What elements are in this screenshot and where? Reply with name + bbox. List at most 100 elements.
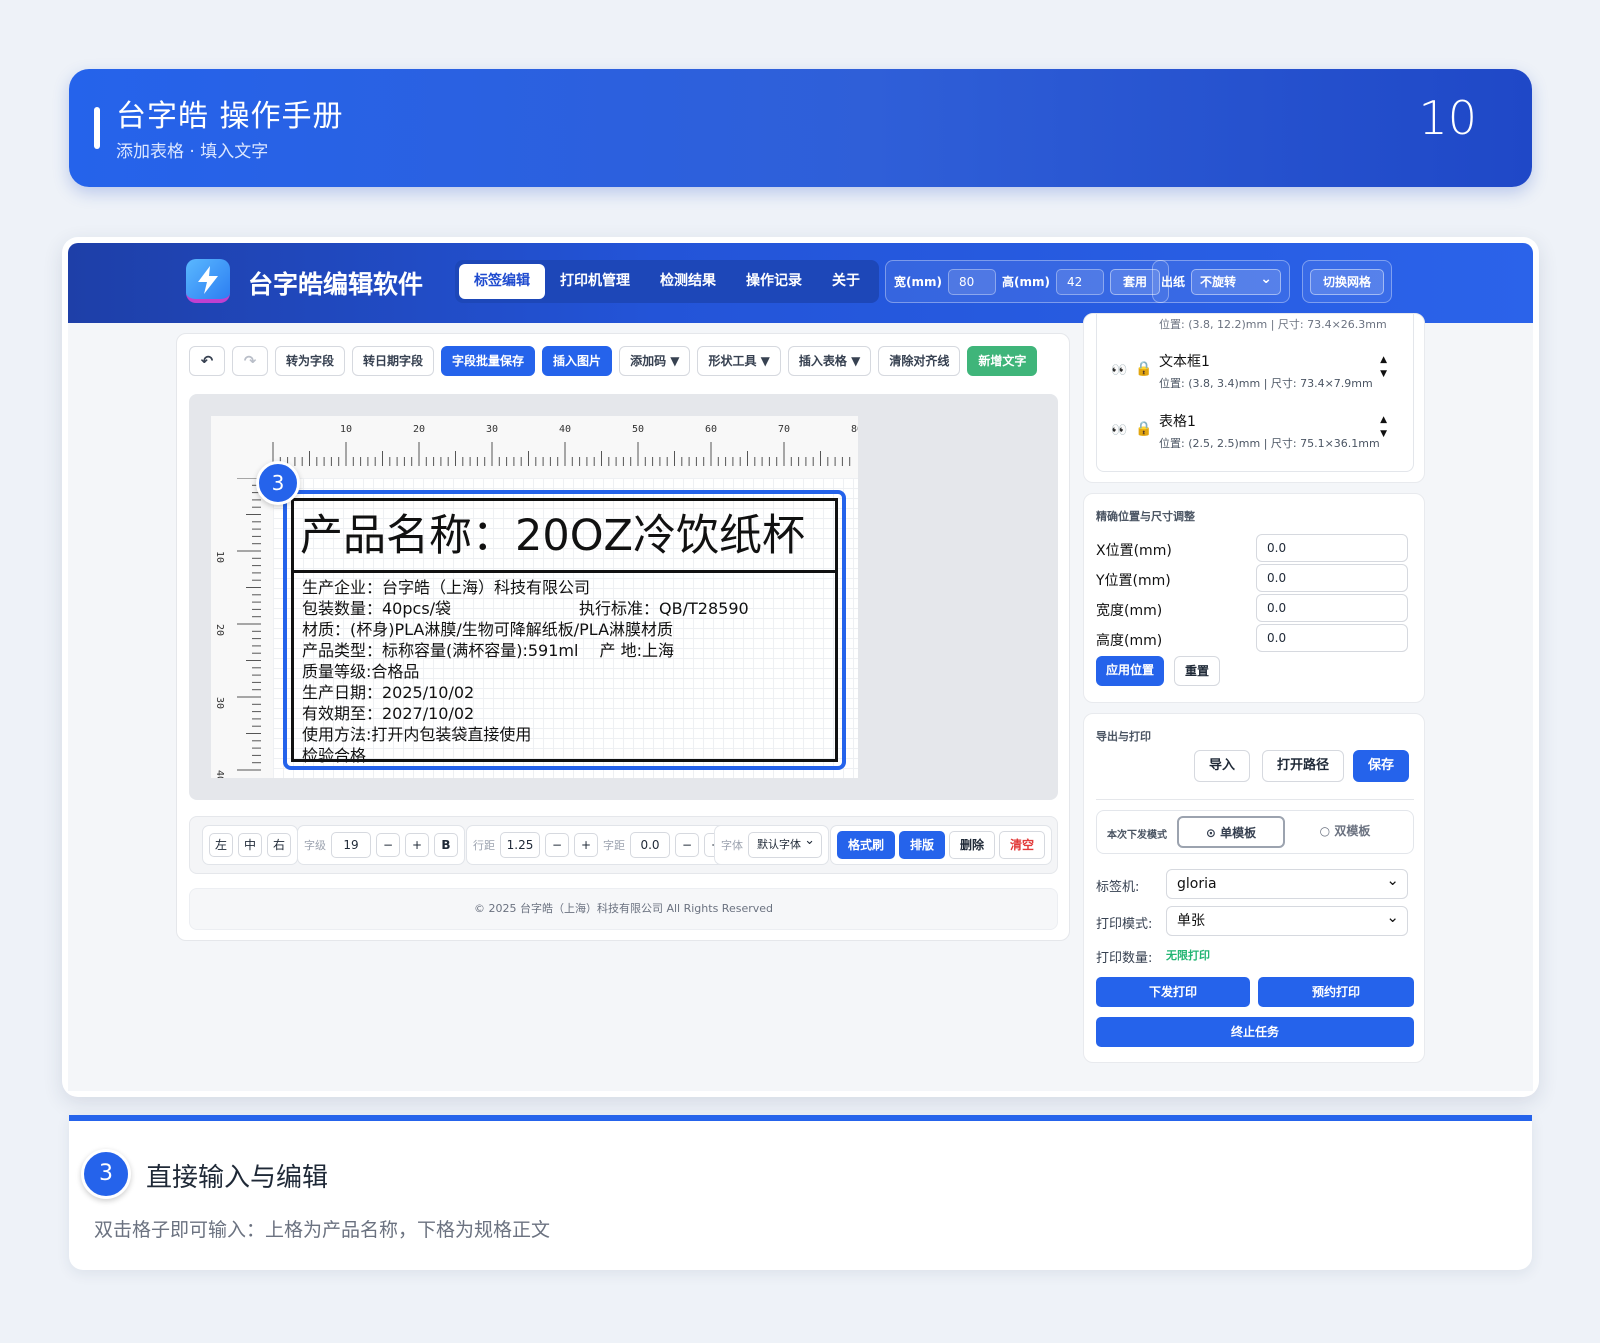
font-size-decrease-button[interactable]: − [376, 833, 400, 857]
double-template-label: 双模板 [1334, 824, 1371, 838]
nav-tab-printer[interactable]: 打印机管理 [545, 264, 645, 299]
spec-line: 生产日期：2025/10/02 [302, 683, 475, 702]
y-position-label: Y位置(mm) [1096, 573, 1171, 589]
lock-icon[interactable]: 🔒 [1135, 421, 1152, 437]
output-label: 出纸 [1161, 275, 1186, 289]
x-position-input[interactable]: 0.0 [1256, 534, 1408, 562]
page-number: 10 [1418, 91, 1477, 145]
height-input[interactable] [1055, 268, 1104, 295]
delete-button[interactable]: 删除 [949, 831, 996, 859]
visibility-eye-icon[interactable]: 👀 [1111, 423, 1127, 438]
align-center-button[interactable]: 中 [238, 833, 262, 857]
height-label: 高(mm) [1001, 275, 1050, 289]
align-right-button[interactable]: 右 [267, 833, 291, 857]
open-path-button[interactable]: 打开路径 [1262, 750, 1345, 782]
export-print-card: 导出与打印 导入 打开路径 保存 本次下发模式 ⊙ 单模板 ○ 双模板 标签机:… [1083, 713, 1425, 1063]
width-input[interactable] [947, 268, 996, 295]
batch-save-fields-button[interactable]: 字段批量保存 [441, 346, 536, 376]
align-left-button[interactable]: 左 [209, 833, 233, 857]
clear-guides-button[interactable]: 清除对齐线 [878, 346, 961, 376]
main-nav: 标签编辑 打印机管理 检测结果 操作记录 关于 [455, 260, 879, 303]
insert-table-dropdown[interactable]: 插入表格 ▼ [787, 346, 872, 376]
insert-image-button[interactable]: 插入图片 [542, 346, 613, 376]
ruler-label: 20 [413, 424, 425, 435]
dispatch-mode-label: 本次下发模式 [1107, 830, 1167, 841]
bold-button[interactable]: B [434, 833, 458, 857]
line-height-decrease-button[interactable]: − [545, 833, 569, 857]
caption-title: 直接输入与编辑 [146, 1163, 329, 1193]
dispatch-mode-box: 本次下发模式 ⊙ 单模板 ○ 双模板 [1096, 810, 1414, 854]
to-field-button[interactable]: 转为字段 [275, 346, 346, 376]
redo-icon[interactable]: ↷ [232, 346, 268, 376]
spec-text-cell[interactable]: 生产企业：台字皓（上海）科技有限公司 包装数量：40pcs/袋 执行标准：QB/… [294, 573, 835, 766]
export-title: 导出与打印 [1096, 730, 1151, 743]
app-screenshot-frame: 台字皓编辑软件 标签编辑 打印机管理 检测结果 操作记录 关于 宽(mm) 高(… [62, 237, 1539, 1097]
layer-item[interactable]: 👀 🔒 表格1 位置: (2.5, 2.5)mm | 尺寸: 75.1×36.1… [1111, 407, 1401, 457]
add-code-dropdown[interactable]: 添加码 ▼ [619, 346, 691, 376]
copyright-footer: © 2025 台字皓（上海）科技有限公司 All Rights Reserved [189, 888, 1058, 930]
format-painter-button[interactable]: 格式刷 [837, 831, 896, 859]
printer-select[interactable]: gloria [1166, 866, 1408, 899]
nav-tab-logs[interactable]: 操作记录 [731, 264, 817, 299]
output-controls: 出纸 不旋转 [1152, 260, 1291, 303]
ruler-label: 80 [851, 424, 858, 435]
top-ruler: 10 20 30 40 50 60 70 80 [211, 416, 858, 478]
manual-header: 台字皓 操作手册 添加表格 · 填入文字 10 [69, 69, 1532, 187]
nav-tab-results[interactable]: 检测结果 [645, 264, 731, 299]
lock-icon[interactable]: 🔒 [1135, 361, 1152, 377]
height-input[interactable]: 0.0 [1256, 624, 1408, 652]
letter-spacing-input[interactable]: 0.0 [630, 832, 670, 858]
y-position-input[interactable]: 0.0 [1256, 564, 1408, 592]
rotation-select[interactable]: 不旋转 [1191, 267, 1282, 295]
reorder-arrows-icon[interactable]: ▲ ▼ [1380, 413, 1387, 441]
font-family-select[interactable]: 默认字体 [748, 829, 822, 858]
action-group: 格式刷 排版 删除 清空 [830, 825, 1053, 865]
layer-info-clipped: 位置: (3.8, 12.2)mm | 尺寸: 73.4×26.3mm [1159, 318, 1387, 331]
clear-button[interactable]: 清空 [999, 831, 1046, 859]
nav-tab-about[interactable]: 关于 [817, 264, 875, 299]
height-row: 高度(mm) 0.0 [1096, 624, 1414, 654]
label-canvas[interactable]: 产品名称：20OZ冷饮纸杯 生产企业：台字皓（上海）科技有限公司 包装数量：40… [273, 478, 858, 778]
height-label: 高度(mm) [1096, 633, 1163, 649]
stop-task-button[interactable]: 终止任务 [1096, 1017, 1414, 1047]
apply-position-button[interactable]: 应用位置 [1096, 656, 1165, 686]
spec-line: 产品类型：标称容量(满杯容量):591ml 产 地:上海 [302, 641, 675, 660]
send-print-button[interactable]: 下发打印 [1096, 977, 1250, 1007]
radio-selected-icon: ⊙ [1205, 826, 1221, 840]
schedule-print-button[interactable]: 预约打印 [1258, 977, 1414, 1007]
print-mode-select[interactable]: 单张 [1166, 903, 1408, 936]
reset-button[interactable]: 重置 [1174, 656, 1221, 686]
app-header: 台字皓编辑软件 标签编辑 打印机管理 检测结果 操作记录 关于 宽(mm) 高(… [68, 243, 1533, 323]
nav-tab-label-edit[interactable]: 标签编辑 [459, 264, 545, 299]
line-height-label: 行距 [473, 839, 495, 852]
step-badge: 3 [256, 461, 300, 505]
ruler-label: 50 [632, 424, 644, 435]
reorder-arrows-icon[interactable]: ▲ ▼ [1380, 353, 1387, 381]
font-size-increase-button[interactable]: + [405, 833, 429, 857]
double-template-radio[interactable]: ○ 双模板 [1291, 816, 1399, 848]
manual-title: 台字皓 操作手册 [116, 99, 344, 134]
line-height-increase-button[interactable]: + [574, 833, 598, 857]
label-table[interactable]: 产品名称：20OZ冷饮纸杯 生产企业：台字皓（上海）科技有限公司 包装数量：40… [291, 498, 838, 765]
toggle-grid-button[interactable]: 切换网格 [1310, 268, 1385, 295]
layer-item[interactable]: 👀 🔒 文本框1 位置: (3.8, 3.4)mm | 尺寸: 73.4×7.9… [1111, 347, 1401, 397]
add-text-button[interactable]: 新增文字 [967, 346, 1038, 376]
letter-spacing-decrease-button[interactable]: − [675, 833, 699, 857]
to-date-field-button[interactable]: 转日期字段 [352, 346, 435, 376]
layer-list: 位置: (3.8, 12.2)mm | 尺寸: 73.4×26.3mm 👀 🔒 … [1096, 314, 1414, 472]
product-name-cell[interactable]: 产品名称：20OZ冷饮纸杯 [294, 501, 835, 573]
width-label: 宽度(mm) [1096, 603, 1163, 619]
font-size-input[interactable]: 19 [331, 832, 371, 858]
visibility-eye-icon[interactable]: 👀 [1111, 363, 1127, 378]
caption-description: 双击格子即可输入：上格为产品名称，下格为规格正文 [94, 1219, 551, 1241]
ruler-label: 30 [214, 697, 225, 709]
undo-icon[interactable]: ↶ [189, 346, 225, 376]
shape-tools-dropdown[interactable]: 形状工具 ▼ [697, 346, 781, 376]
single-template-radio[interactable]: ⊙ 单模板 [1177, 816, 1285, 848]
selected-table-frame[interactable]: 产品名称：20OZ冷饮纸杯 生产企业：台字皓（上海）科技有限公司 包装数量：40… [283, 490, 846, 770]
layout-button[interactable]: 排版 [899, 831, 946, 859]
line-height-input[interactable]: 1.25 [500, 832, 540, 858]
width-input[interactable]: 0.0 [1256, 594, 1408, 622]
import-button[interactable]: 导入 [1194, 750, 1251, 782]
save-button[interactable]: 保存 [1353, 750, 1410, 782]
